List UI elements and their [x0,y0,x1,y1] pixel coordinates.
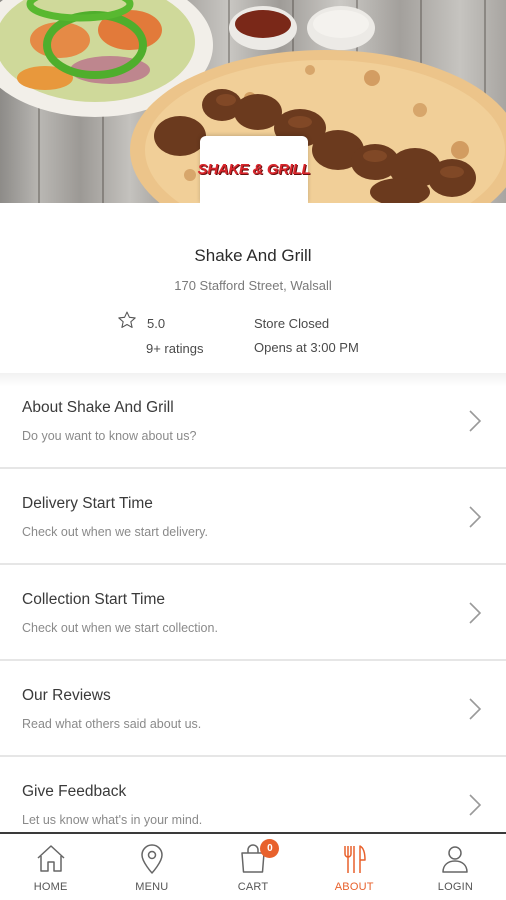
store-status: Store Closed Opens at 3:00 PM [254,316,359,355]
item-subtitle: Do you want to know about us? [22,429,197,443]
nav-menu[interactable]: MENU [101,834,202,900]
rating-count: 9+ ratings [146,341,204,356]
chevron-right-icon [469,602,482,624]
chevron-right-icon [469,698,482,720]
hero-banner: SHAKE & GRILL [0,0,506,203]
nav-cart-label: CART [237,881,269,893]
store-status-text: Store Closed [254,316,330,331]
user-icon [442,846,469,873]
item-title: About Shake And Grill [22,399,174,416]
chevron-right-icon [469,794,482,816]
item-subtitle: Check out when we start delivery. [22,525,208,539]
nav-login-label: LOGIN [437,881,474,893]
store-name: Shake And Grill [194,246,312,265]
nav-menu-label: MENU [135,881,169,893]
star-icon [118,311,136,328]
item-title: Collection Start Time [22,591,165,608]
list-item-reviews[interactable]: Our Reviews Read what others said about … [0,661,506,757]
home-icon [37,845,65,872]
item-subtitle: Read what others said about us. [22,717,202,731]
fork-knife-icon [344,845,366,873]
nav-home[interactable]: HOME [0,834,101,900]
list-item-feedback[interactable]: Give Feedback Let us know what's in your… [0,757,506,833]
item-subtitle: Check out when we start collection. [22,621,218,635]
bottom-navigation: HOME MENU 0 CART ABOUT LOGIN [0,832,506,900]
nav-home-label: HOME [33,881,68,893]
chevron-right-icon [469,506,482,528]
item-title: Delivery Start Time [22,495,153,512]
cart-count-badge: 0 [260,839,280,858]
about-menu-list: About Shake And Grill Do you want to kno… [0,373,506,833]
restaurant-logo: SHAKE & GRILL [197,136,311,203]
list-item-collection-time[interactable]: Collection Start Time Check out when we … [0,565,506,661]
opening-time: Opens at 3:00 PM [254,340,359,355]
store-info: Shake And Grill 170 Stafford Street, Wal… [0,203,506,373]
logo-text: SHAKE & GRILL [197,161,311,178]
list-item-delivery-time[interactable]: Delivery Start Time Check out when we st… [0,469,506,565]
nav-about-label: ABOUT [334,881,374,893]
nav-about[interactable]: ABOUT [304,834,405,900]
chevron-right-icon [469,410,482,432]
item-subtitle: Let us know what's in your mind. [22,813,203,827]
list-item-about[interactable]: About Shake And Grill Do you want to kno… [0,373,506,469]
item-title: Give Feedback [22,783,127,800]
nav-login[interactable]: LOGIN [405,834,506,900]
nav-cart[interactable]: 0 CART [202,834,303,900]
item-title: Our Reviews [22,687,111,704]
map-pin-icon [141,844,163,874]
store-address: 170 Stafford Street, Walsall [174,278,332,293]
rating-value: 5.0 [147,316,166,331]
